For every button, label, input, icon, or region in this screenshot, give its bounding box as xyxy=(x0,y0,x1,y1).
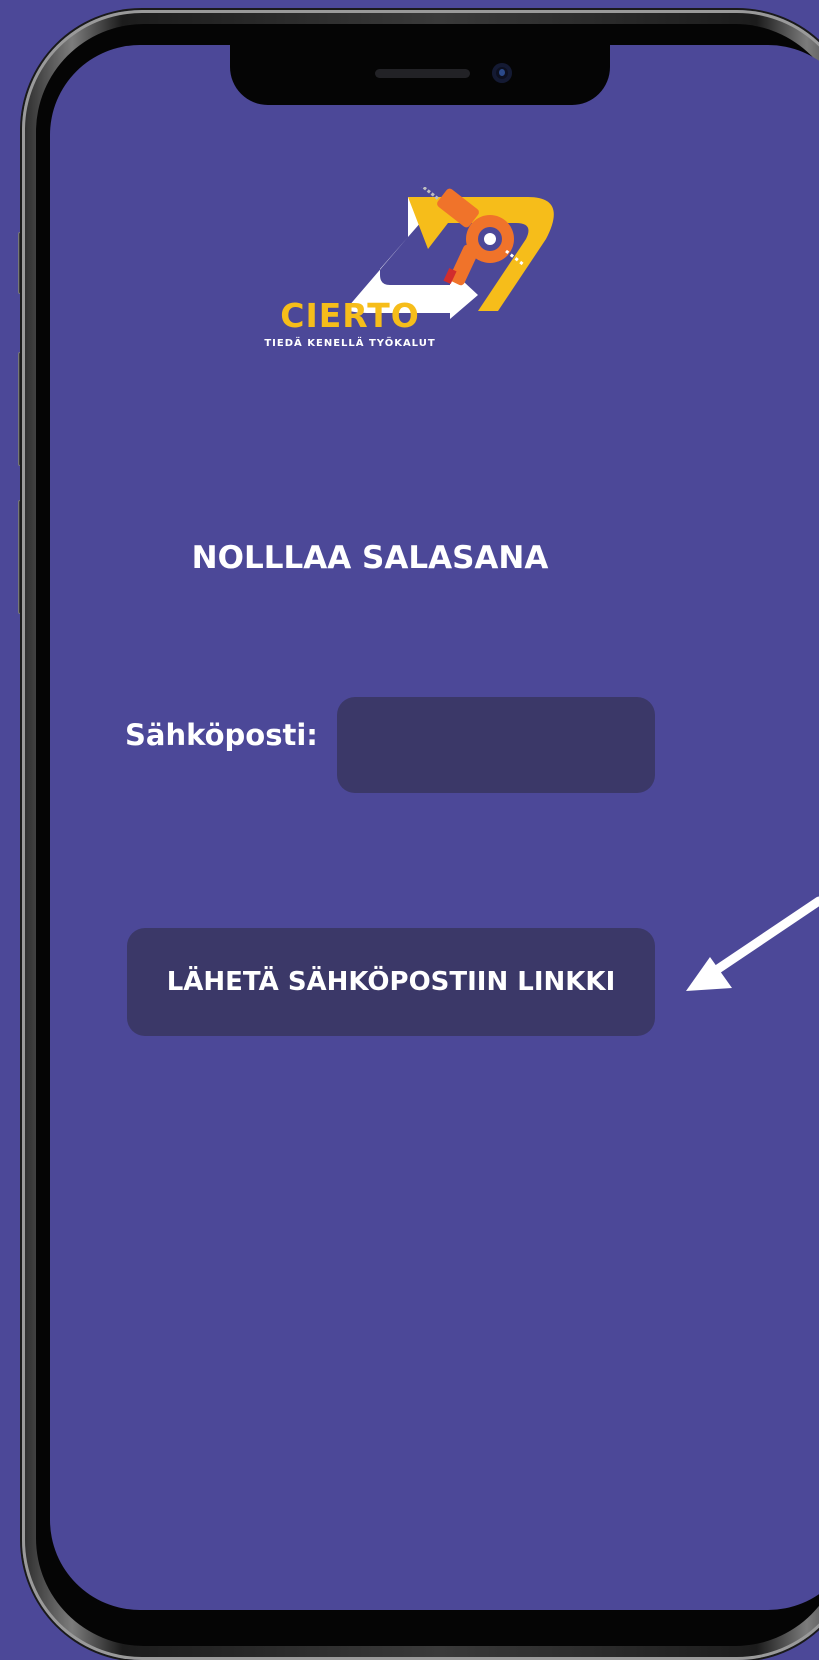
page-title: NOLLLAA SALASANA xyxy=(191,540,549,576)
earpiece-speaker xyxy=(375,69,470,78)
phone-screen xyxy=(50,45,819,1610)
email-label: Sähköposti: xyxy=(125,718,318,752)
logo-tagline: TIEDÄ KENELLÄ TYÖKALUT xyxy=(264,338,436,349)
email-field[interactable] xyxy=(337,697,655,793)
drill-logo-icon xyxy=(347,187,554,319)
arrow-pointer-icon xyxy=(686,896,819,991)
send-reset-link-button[interactable]: LÄHETÄ SÄHKÖPOSTIIN LINKKI xyxy=(127,928,655,1036)
front-camera xyxy=(492,63,512,83)
phone-notch xyxy=(230,45,610,105)
logo-wordmark: CIERTO xyxy=(280,296,420,335)
